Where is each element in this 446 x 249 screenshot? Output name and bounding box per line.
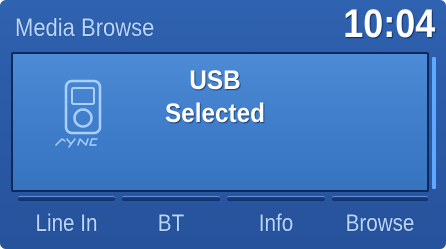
- media-browse-screen: Media Browse 10:04 USB Selected Line In …: [0, 0, 446, 249]
- sync-media-player-icon: [55, 79, 102, 148]
- softkey-label: Browse: [345, 210, 415, 237]
- softkey-bt[interactable]: BT: [122, 196, 220, 246]
- softkey-label: Info: [258, 210, 294, 237]
- softkey-indicator: [227, 196, 325, 201]
- softkey-indicator: [122, 196, 220, 201]
- clock: 10:04: [342, 2, 435, 46]
- softkey-info[interactable]: Info: [227, 196, 325, 246]
- softkey-bar: Line In BT Info Browse: [18, 196, 430, 246]
- scrollbar[interactable]: [432, 57, 436, 189]
- softkey-browse[interactable]: Browse: [332, 196, 428, 246]
- softkey-indicator: [18, 196, 115, 201]
- softkey-indicator: [332, 196, 428, 201]
- softkey-label: Line In: [35, 210, 98, 237]
- usb-status: USB Selected: [150, 64, 280, 130]
- softkey-label: BT: [157, 210, 185, 237]
- softkey-line-in[interactable]: Line In: [18, 196, 115, 246]
- screen-title: Media Browse: [15, 14, 155, 42]
- status-state: Selected: [165, 98, 265, 128]
- status-source: USB: [189, 65, 241, 95]
